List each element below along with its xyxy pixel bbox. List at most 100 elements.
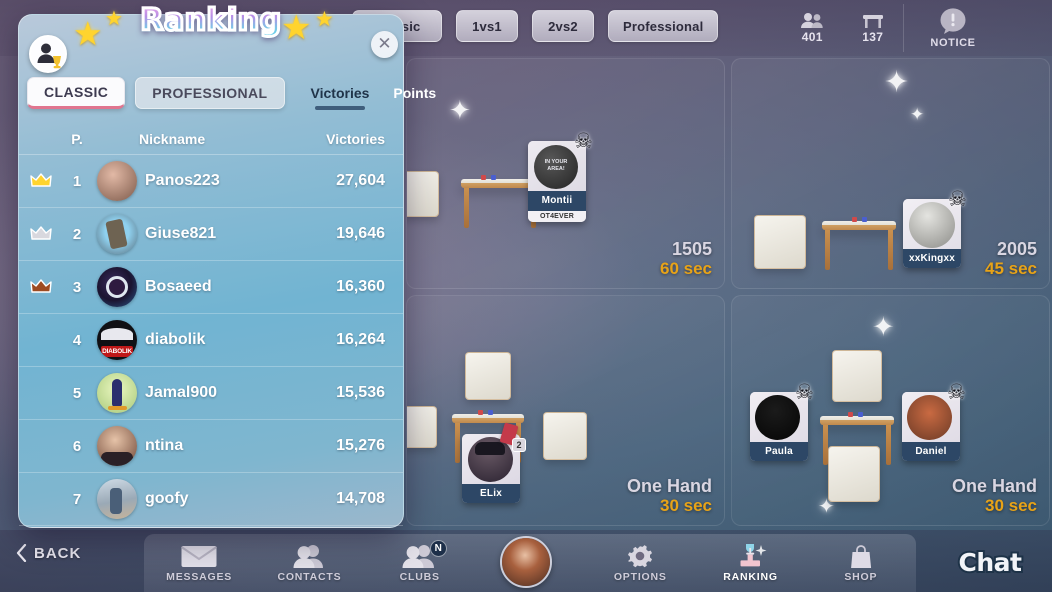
clubs-badge: N: [429, 540, 447, 557]
row-nickname: ntina: [145, 437, 184, 454]
back-button[interactable]: BACK: [16, 544, 81, 562]
table-mode: One Hand: [626, 475, 712, 496]
back-label: BACK: [34, 544, 82, 562]
nav-item-clubs[interactable]: N CLUBS: [365, 534, 475, 592]
players-online-count: 401: [801, 30, 823, 44]
table-card[interactable]: ✦ ✦ Paula ☠ Daniel ☠ One Hand 30 sec: [731, 295, 1050, 526]
table-mode: 2005: [996, 238, 1037, 259]
table-meta: 2005 45 sec: [985, 239, 1037, 278]
mode-button-2vs2[interactable]: 2vs2: [532, 10, 594, 42]
row-victories: 16,360: [336, 278, 385, 295]
gear-icon: [625, 543, 655, 569]
user-trophy-icon[interactable]: [29, 35, 67, 73]
chat-label: Chat: [957, 546, 1024, 579]
chair: [465, 352, 511, 400]
row-nickname: goofy: [145, 490, 189, 507]
table-meta: One Hand 30 sec: [627, 476, 712, 515]
table-row[interactable]: 7 goofy 14,708: [19, 473, 403, 526]
table-row[interactable]: 4 DIABOLIK diabolik 16,264: [19, 314, 403, 367]
star-icon: ★: [73, 15, 103, 52]
chair: [407, 406, 437, 448]
speech-bubble-icon: [938, 7, 968, 36]
row-position: 5: [72, 384, 82, 402]
close-button[interactable]: ✕: [371, 31, 398, 58]
row-victories: 16,264: [336, 331, 385, 348]
trophy-icon: [733, 543, 769, 569]
row-victories: 19,646: [336, 225, 385, 242]
subtab-points[interactable]: Points: [391, 81, 438, 105]
row-nickname: diabolik: [145, 331, 206, 348]
star-icon: ★: [315, 8, 334, 31]
nav-label-options: OPTIONS: [613, 571, 667, 583]
card-count-badge: 2: [512, 438, 526, 452]
player-name: Paula: [750, 442, 808, 461]
sparkle-icon: ✦: [872, 312, 895, 342]
skull-icon: ☠: [574, 130, 593, 153]
crown-icon: [19, 279, 63, 295]
table-row[interactable]: [19, 526, 403, 527]
table-row[interactable]: 2 Giuse821 19,646: [19, 208, 403, 261]
nav-item-contacts[interactable]: CONTACTS: [254, 534, 364, 592]
row-position: 1: [72, 172, 82, 190]
tables-open-stat: 137: [861, 12, 885, 44]
table-list: ✦ IN YOUR AREA! Montii OT4EVER ☠ 1505 60…: [404, 56, 1052, 528]
nav-item-ranking[interactable]: RANKING: [695, 534, 805, 592]
avatar: [97, 373, 137, 413]
mode-button-professional[interactable]: Professional: [608, 10, 719, 42]
table-card[interactable]: ✦ ✦ xxKingxx ☠ 2005 45 sec: [731, 58, 1050, 289]
tab-professional[interactable]: PROFESSIONAL: [135, 77, 285, 109]
row-position: 4: [72, 331, 82, 349]
subtab-victories[interactable]: Victories: [309, 81, 372, 110]
row-position: 6: [72, 437, 82, 455]
skull-icon: ☠: [795, 381, 814, 404]
row-victories: 15,276: [336, 437, 385, 454]
chat-button[interactable]: Chat: [942, 544, 1038, 580]
tab-classic[interactable]: CLASSIC: [27, 77, 126, 109]
table-row[interactable]: 5 Jamal900 15,536: [19, 367, 403, 420]
game-table: [822, 217, 896, 270]
nav-item-messages[interactable]: MESSAGES: [144, 534, 254, 592]
contacts-icon: [290, 543, 328, 569]
chair: [832, 350, 882, 402]
crown-icon: [19, 173, 63, 189]
player-club: OT4EVER: [528, 210, 586, 222]
chair: [828, 446, 880, 502]
player-name: Montii: [528, 191, 586, 210]
mode-button-1vs1[interactable]: 1vs1: [456, 10, 518, 42]
nav-label-shop: SHOP: [844, 571, 878, 583]
row-position: 3: [72, 278, 82, 296]
table-meta: One Hand 30 sec: [952, 476, 1037, 515]
player-avatar-button[interactable]: [500, 536, 552, 588]
crown-icon: [19, 226, 63, 242]
game-lobby-screen: Classic 1vs1 2vs2 Professional 401: [0, 0, 1052, 592]
leaderboard-rows[interactable]: 1 Panos223 27,604 2 Giuse821 19,646 3 Bo…: [19, 155, 403, 527]
row-nickname: Giuse821: [145, 225, 217, 242]
table-row[interactable]: 3 Bosaeed 16,360: [19, 261, 403, 314]
table-mode: One Hand: [951, 475, 1037, 496]
game-table: [820, 412, 894, 465]
notice-button[interactable]: NOTICE: [914, 2, 992, 54]
player-card[interactable]: IN YOUR AREA! Montii OT4EVER: [528, 141, 586, 222]
avatar: [97, 214, 137, 254]
bag-icon: [846, 543, 876, 569]
header-nickname: Nickname: [139, 130, 206, 147]
table-time: 60 sec: [660, 258, 712, 278]
mode-filter-group: Classic 1vs1 2vs2 Professional: [352, 10, 719, 42]
star-icon: ★: [281, 9, 312, 47]
players-icon: [800, 12, 824, 29]
nav-item-shop[interactable]: SHOP: [806, 534, 916, 592]
sparkle-icon: ✦: [449, 95, 471, 125]
table-card[interactable]: ✦ IN YOUR AREA! Montii OT4EVER ☠ 1505 60…: [406, 58, 725, 289]
row-nickname: Bosaeed: [145, 278, 212, 295]
table-card[interactable]: ELix 2 One Hand 30 sec: [406, 295, 725, 526]
close-icon: ✕: [377, 34, 392, 54]
avatar: [97, 479, 137, 519]
nav-item-options[interactable]: OPTIONS: [585, 534, 695, 592]
table-row[interactable]: 6 ntina 15,276: [19, 420, 403, 473]
avatar: [97, 267, 137, 307]
chevron-left-icon: [16, 544, 27, 562]
nav-label-messages: MESSAGES: [166, 571, 233, 583]
modal-tabs: CLASSIC PROFESSIONAL Victories Points: [19, 69, 436, 117]
table-row[interactable]: 1 Panos223 27,604: [19, 155, 403, 208]
star-icon: ★: [105, 8, 123, 30]
